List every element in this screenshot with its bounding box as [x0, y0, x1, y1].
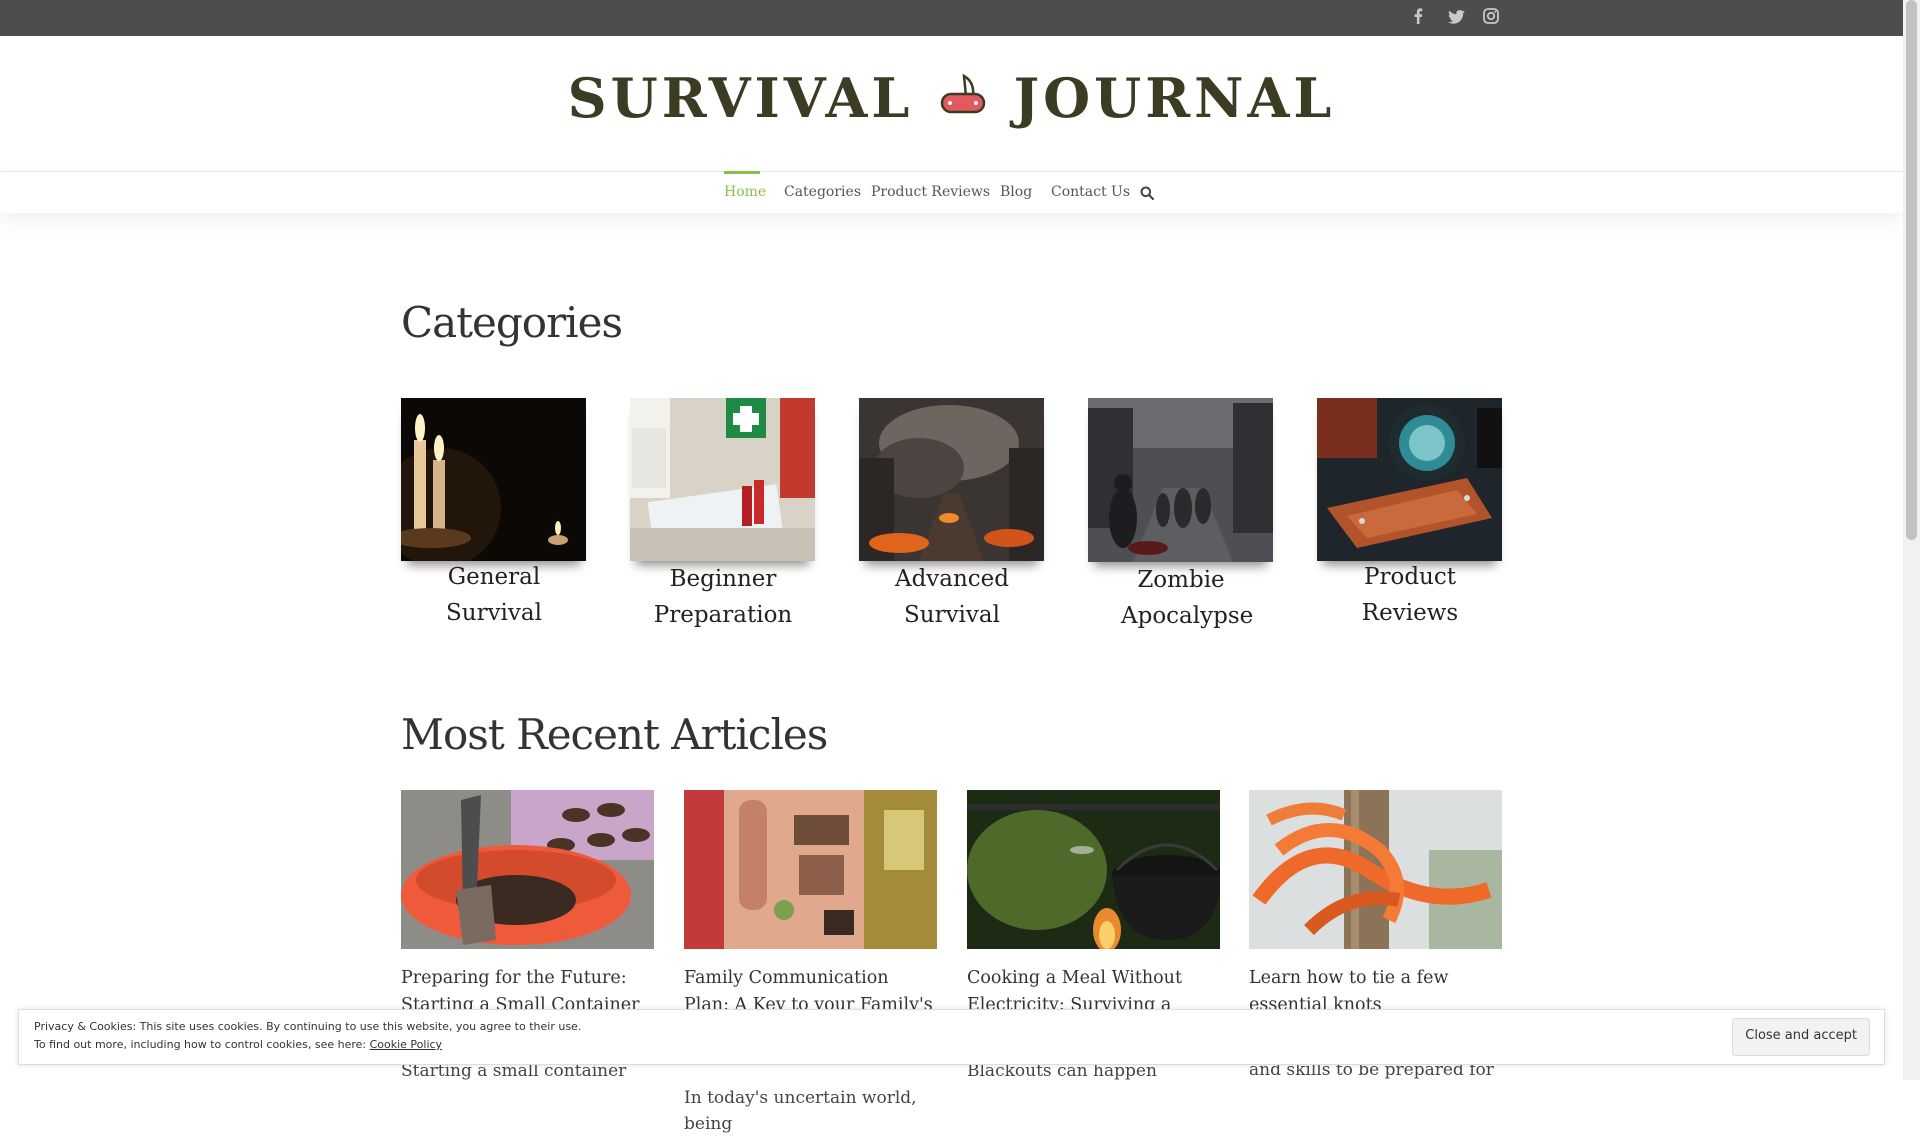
cookie-line-2: To find out more, including how to contr…: [34, 1036, 581, 1054]
cookie-line-1: Privacy & Cookies: This site uses cookie…: [34, 1020, 582, 1033]
category-beginner-preparation[interactable]: Beginner Preparation: [630, 398, 816, 633]
article-excerpt: In today's uncertain world, being: [684, 1088, 917, 1134]
cookie-line-2-text: To find out more, including how to contr…: [34, 1038, 367, 1051]
twitter-icon[interactable]: [1448, 9, 1465, 28]
main-nav: Home Categories Product Reviews Blog Con…: [0, 171, 1903, 213]
category-label[interactable]: Beginner Preparation: [643, 561, 803, 633]
category-advanced-survival[interactable]: Advanced Survival: [859, 398, 1045, 633]
category-image[interactable]: [401, 398, 586, 561]
category-image[interactable]: [1088, 398, 1273, 562]
category-label[interactable]: Advanced Survival: [892, 561, 1012, 633]
category-image[interactable]: [1317, 398, 1502, 561]
article-card[interactable]: Family Communication Plan: A Key to your…: [684, 790, 937, 1137]
article-image[interactable]: [1249, 790, 1502, 949]
nav-item-blog[interactable]: Blog: [1000, 184, 1032, 200]
instagram-icon[interactable]: [1483, 8, 1499, 28]
nav-active-indicator: [724, 171, 760, 174]
nav-item-contact-us[interactable]: Contact Us: [1051, 184, 1130, 200]
cookie-notice-text: Privacy & Cookies: This site uses cookie…: [34, 1018, 581, 1054]
categories-heading: Categories: [401, 298, 623, 347]
top-bar: [0, 0, 1903, 36]
category-product-reviews[interactable]: Product Reviews: [1317, 398, 1503, 631]
category-image[interactable]: [859, 398, 1044, 561]
search-icon[interactable]: [1140, 185, 1155, 204]
cookie-banner: Privacy & Cookies: This site uses cookie…: [18, 1009, 1885, 1065]
facebook-icon[interactable]: [1413, 8, 1427, 28]
logo-word-journal: JOURNAL: [1013, 66, 1336, 130]
recent-articles-heading: Most Recent Articles: [401, 710, 828, 759]
site-logo[interactable]: SURVIVAL JOURNAL: [0, 66, 1903, 130]
cookie-policy-link[interactable]: Cookie Policy: [370, 1038, 442, 1051]
close-and-accept-button[interactable]: Close and accept: [1732, 1018, 1870, 1056]
social-links: [1413, 0, 1499, 36]
category-label[interactable]: Zombie Apocalypse: [1121, 562, 1253, 634]
nav-item-home[interactable]: Home: [724, 184, 766, 200]
category-image[interactable]: [630, 398, 815, 561]
scrollbar-thumb[interactable]: [1906, 0, 1917, 540]
nav-item-product-reviews[interactable]: Product Reviews: [871, 184, 990, 200]
category-label[interactable]: Product Reviews: [1317, 559, 1503, 631]
swiss-knife-icon: [940, 73, 986, 122]
article-image[interactable]: [967, 790, 1220, 949]
article-image[interactable]: [401, 790, 654, 949]
category-zombie-apocalypse[interactable]: Zombie Apocalypse: [1088, 398, 1274, 634]
nav-item-categories[interactable]: Categories: [784, 184, 861, 200]
article-image[interactable]: [684, 790, 937, 949]
category-general-survival[interactable]: General Survival: [401, 398, 587, 631]
logo-word-survival: SURVIVAL: [567, 66, 914, 130]
category-label[interactable]: General Survival: [401, 559, 587, 631]
